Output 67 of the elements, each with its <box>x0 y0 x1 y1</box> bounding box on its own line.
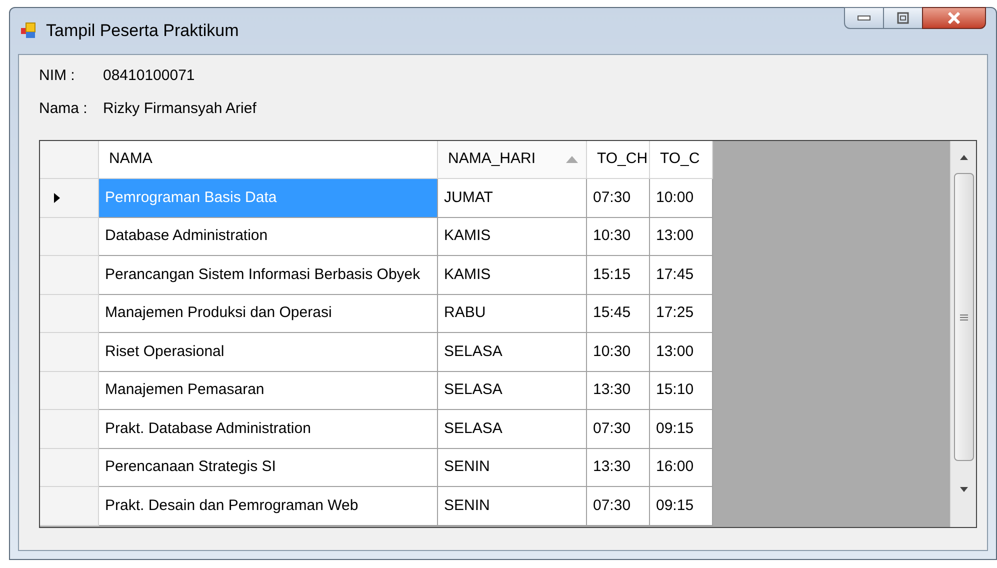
row-header[interactable] <box>40 294 99 333</box>
maximize-button[interactable] <box>884 7 922 29</box>
table-cell: Riset Operasional <box>99 333 438 372</box>
table-cell: 13:30 <box>587 448 650 487</box>
table-cell: 07:30 <box>587 487 650 526</box>
row-header[interactable] <box>40 372 99 410</box>
table-cell: 17:25 <box>650 294 713 333</box>
table-cell: 16:00 <box>650 448 713 487</box>
table-cell: RABU <box>438 294 587 333</box>
table-cell: Perencanaan Strategis SI <box>99 448 438 487</box>
table-cell: Prakt. Database Administration <box>99 410 438 448</box>
column-header[interactable]: NAMA_HARI <box>438 141 587 179</box>
current-row-icon <box>54 192 60 203</box>
corner-header <box>40 141 99 179</box>
window-title: Tampil Peserta Praktikum <box>46 20 239 42</box>
table-cell: 15:45 <box>587 294 650 333</box>
table-cell: 07:30 <box>587 179 650 218</box>
table-cell: 15:15 <box>587 256 650 294</box>
table-cell: SENIN <box>438 448 587 487</box>
table-cell: 13:30 <box>587 372 650 410</box>
table-cell: 15:10 <box>650 372 713 410</box>
table-cell: KAMIS <box>438 256 587 294</box>
scrollbar-thumb[interactable] <box>954 173 974 461</box>
table-cell: Database Administration <box>99 218 438 256</box>
close-icon <box>947 12 961 24</box>
app-icon <box>20 22 38 40</box>
column-header[interactable]: TO_C <box>650 141 713 179</box>
field-label: Nama : <box>39 98 88 118</box>
row-header[interactable] <box>40 179 99 218</box>
minimize-icon <box>857 15 871 21</box>
column-header[interactable]: TO_CH <box>587 141 650 179</box>
table-cell: 10:00 <box>650 179 713 218</box>
row-header[interactable] <box>40 333 99 372</box>
grip-icon <box>960 314 968 320</box>
table-cell: 17:45 <box>650 256 713 294</box>
field-value: 08410100071 <box>103 66 195 86</box>
table-cell: Manajemen Pemasaran <box>99 372 438 410</box>
table-cell: Prakt. Desain dan Pemrograman Web <box>99 487 438 526</box>
table-cell: Perancangan Sistem Informasi Berbasis Obyek <box>99 256 438 294</box>
table-cell: 09:15 <box>650 487 713 526</box>
row-header[interactable] <box>40 487 99 526</box>
field-value: Rizky Firmansyah Arief <box>103 98 256 118</box>
sort-ascending-icon <box>566 156 578 163</box>
row-header[interactable] <box>40 256 99 294</box>
table-cell: 09:15 <box>650 410 713 448</box>
maximize-icon <box>897 12 909 24</box>
row-header[interactable] <box>40 218 99 256</box>
vertical-scrollbar[interactable] <box>950 141 976 527</box>
table-cell: SELASA <box>438 372 587 410</box>
table-cell: 10:30 <box>587 333 650 372</box>
minimize-button[interactable] <box>844 7 884 29</box>
table-cell: 10:30 <box>587 218 650 256</box>
table-cell: KAMIS <box>438 218 587 256</box>
table-cell: 07:30 <box>587 410 650 448</box>
row-header[interactable] <box>40 448 99 487</box>
table-cell: SELASA <box>438 410 587 448</box>
table-cell: JUMAT <box>438 179 587 218</box>
table-cell: 13:00 <box>650 333 713 372</box>
column-header[interactable]: NAMA <box>99 141 438 179</box>
table-cell: Manajemen Produksi dan Operasi <box>99 294 438 333</box>
close-button[interactable] <box>922 7 986 29</box>
table-cell: Pemrograman Basis Data <box>99 179 438 218</box>
table-cell: SENIN <box>438 487 587 526</box>
field-label: NIM : <box>39 66 76 86</box>
row-header[interactable] <box>40 410 99 448</box>
table-cell: 13:00 <box>650 218 713 256</box>
table-cell: SELASA <box>438 333 587 372</box>
